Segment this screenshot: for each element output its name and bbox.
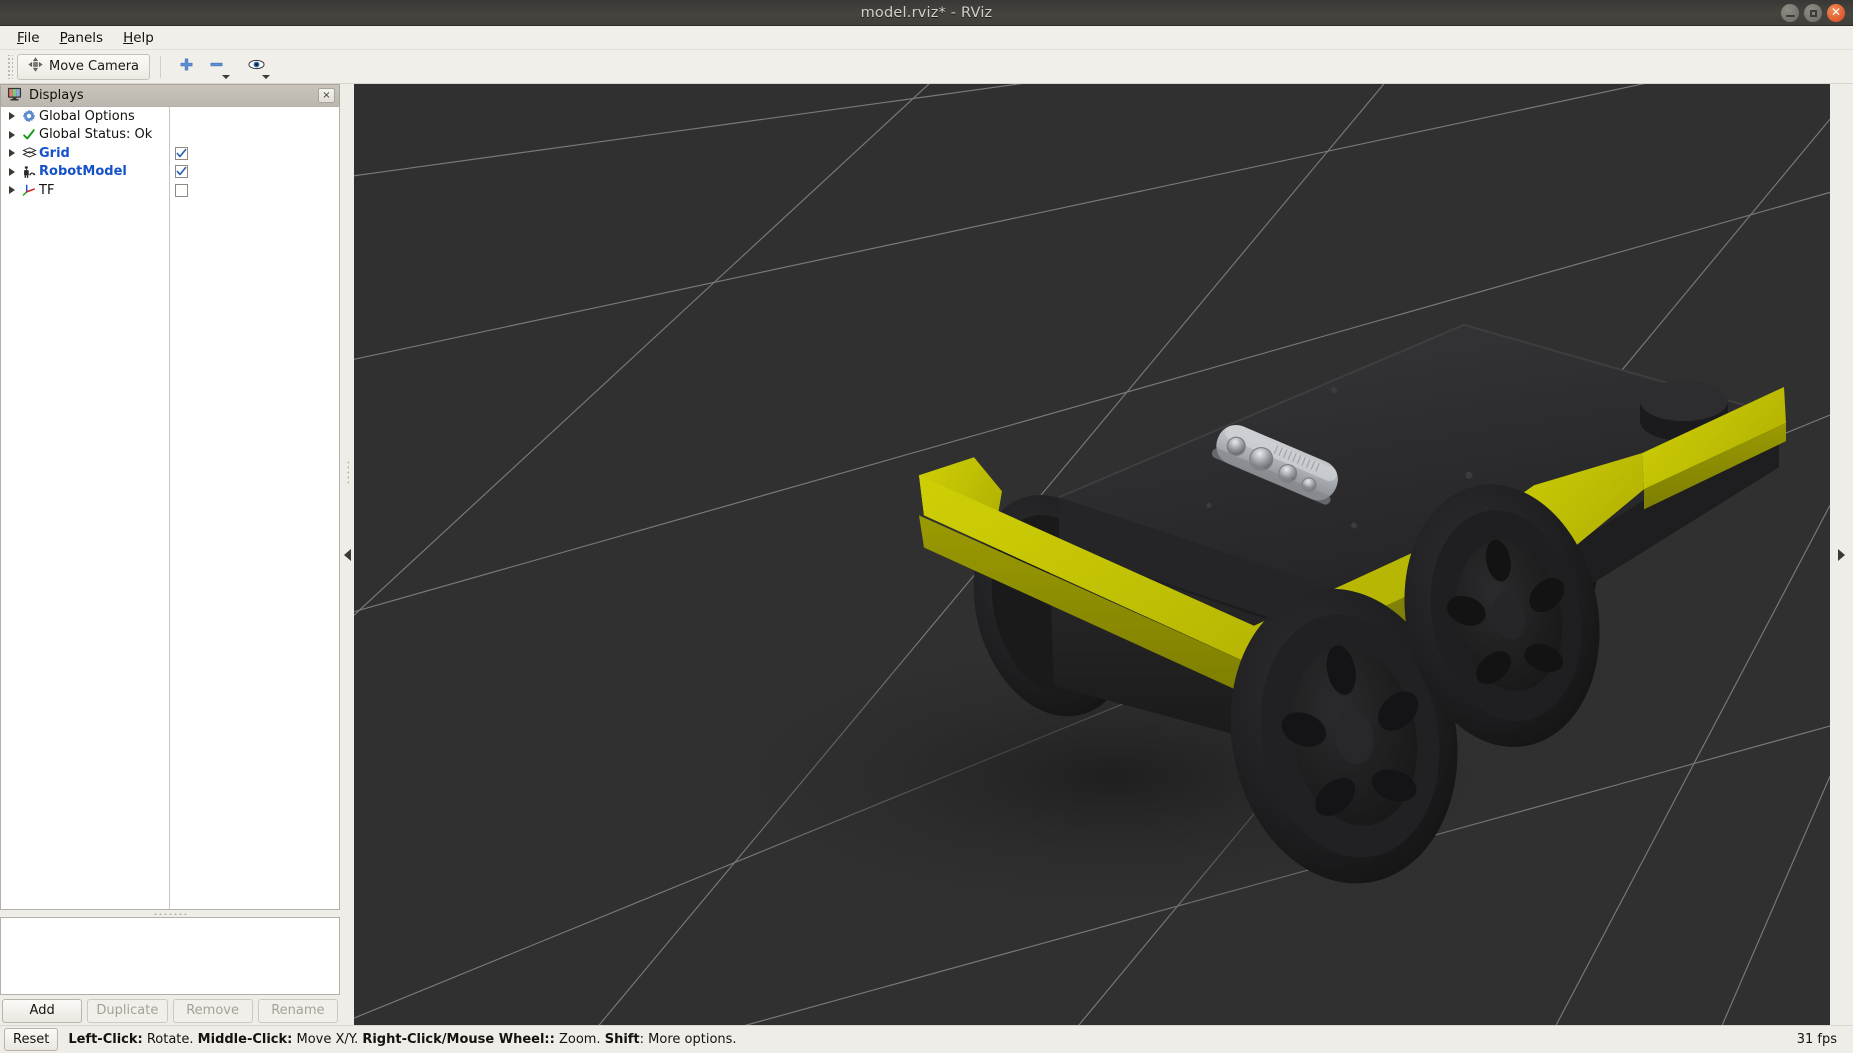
tree-item-global-status[interactable]: Global Status: Ok [1, 126, 339, 145]
window-title: model.rviz* - RViz [860, 4, 993, 21]
menu-bar: File Panels Help [0, 26, 1853, 50]
remove-tool-button[interactable] [201, 54, 231, 80]
displays-button-row: Add Duplicate Remove Rename [0, 995, 340, 1025]
menu-panels[interactable]: Panels [51, 27, 112, 49]
tree-label: RobotModel [39, 164, 127, 180]
displays-panel-header: Displays × [0, 84, 340, 106]
window-controls: ✕ [1781, 0, 1845, 26]
tree-item-global-options[interactable]: Global Options [1, 107, 339, 126]
add-display-button[interactable]: Add [2, 998, 83, 1023]
remove-tool-icon [209, 57, 224, 76]
tf-checkbox[interactable] [175, 183, 188, 197]
displays-panel-close-icon[interactable]: × [318, 88, 335, 103]
toolbar-separator [160, 55, 162, 78]
displays-dock: Displays × Global Options Global Status:… [0, 84, 340, 1025]
move-camera-button[interactable]: Move Camera [17, 53, 151, 80]
check-ok-icon [19, 128, 39, 142]
hint-right-click: Right-Click/Mouse Wheel:: [362, 1032, 555, 1047]
menu-file[interactable]: File [8, 27, 49, 49]
tree-label: TF [39, 182, 55, 198]
grid-checkbox[interactable] [175, 146, 188, 160]
close-button[interactable]: ✕ [1827, 4, 1845, 22]
expand-arrow-icon[interactable] [5, 186, 19, 195]
displays-panel-title: Displays [29, 88, 84, 103]
scene-render [354, 84, 1830, 1025]
hint-zoom: Zoom. [554, 1032, 605, 1047]
mouse-hint-text: Left-Click: Rotate. Middle-Click: Move X… [68, 1032, 1786, 1047]
visibility-tool-button[interactable] [241, 54, 271, 80]
collapse-left-arrow-icon[interactable] [343, 548, 351, 561]
left-splitter[interactable] [340, 84, 354, 1025]
menu-help-rest: elp [133, 29, 154, 46]
tree-item-tf[interactable]: TF [1, 181, 339, 200]
splitter-grip [345, 460, 349, 487]
expand-arrow-icon[interactable] [5, 149, 19, 158]
add-tool-icon [179, 57, 194, 76]
move-camera-label: Move Camera [49, 59, 140, 74]
robot-icon [19, 165, 39, 179]
right-splitter[interactable] [1830, 84, 1853, 1025]
hint-more: : More options. [639, 1032, 737, 1047]
hint-move: Move X/Y. [292, 1032, 363, 1047]
menu-help[interactable]: Help [114, 27, 163, 49]
menu-file-rest: ile [23, 29, 40, 46]
menu-panels-rest: anels [67, 29, 104, 46]
hint-left-click: Left-Click: [68, 1032, 143, 1047]
displays-monitor-icon [7, 86, 22, 105]
add-tool-button[interactable] [171, 54, 201, 80]
gear-icon [19, 109, 39, 123]
tree-column-divider[interactable] [169, 107, 170, 909]
rename-display-button[interactable]: Rename [257, 998, 338, 1023]
hint-middle-click: Middle-Click: [197, 1032, 293, 1047]
rviz-window: model.rviz* - RViz ✕ File Panels Help Mo… [0, 0, 1853, 1053]
reset-button[interactable]: Reset [4, 1028, 59, 1051]
move-camera-icon [28, 57, 43, 76]
robotmodel-checkbox[interactable] [175, 165, 188, 179]
visibility-tool-dropdown-arrow[interactable] [262, 74, 271, 79]
fps-indicator: 31 fps [1796, 1032, 1837, 1047]
hint-rotate: Rotate. [142, 1032, 198, 1047]
title-bar: model.rviz* - RViz ✕ [0, 0, 1853, 26]
main-body: Displays × Global Options Global Status:… [0, 84, 1853, 1025]
tree-item-grid[interactable]: Grid [1, 144, 339, 163]
displays-tree[interactable]: Global Options Global Status: Ok Grid Ro… [0, 106, 340, 910]
tree-label: Grid [39, 145, 70, 161]
remove-display-button[interactable]: Remove [172, 998, 253, 1023]
tree-label: Global Options [39, 108, 135, 124]
tf-axes-icon [19, 183, 39, 197]
status-bar: Reset Left-Click: Rotate. Middle-Click: … [0, 1025, 1853, 1053]
minimize-button[interactable] [1781, 4, 1799, 22]
render-viewport-3d[interactable] [354, 84, 1830, 1025]
tool-bar: Move Camera [0, 50, 1853, 84]
expand-arrow-icon[interactable] [5, 130, 19, 139]
toolbar-drag-grip[interactable] [6, 54, 13, 79]
displays-splitter[interactable] [0, 910, 340, 917]
hint-shift: Shift [604, 1032, 640, 1047]
tree-item-robotmodel[interactable]: RobotModel [1, 163, 339, 182]
collapse-right-arrow-icon[interactable] [1838, 548, 1845, 561]
tree-label: Global Status: Ok [39, 127, 153, 143]
display-description-panel [0, 917, 340, 995]
remove-tool-dropdown-arrow[interactable] [222, 74, 231, 79]
visibility-eye-icon [247, 57, 265, 76]
expand-arrow-icon[interactable] [5, 112, 19, 121]
maximize-button[interactable] [1804, 4, 1822, 22]
duplicate-display-button[interactable]: Duplicate [87, 998, 168, 1023]
expand-arrow-icon[interactable] [5, 167, 19, 176]
grid-layers-icon [19, 146, 39, 160]
